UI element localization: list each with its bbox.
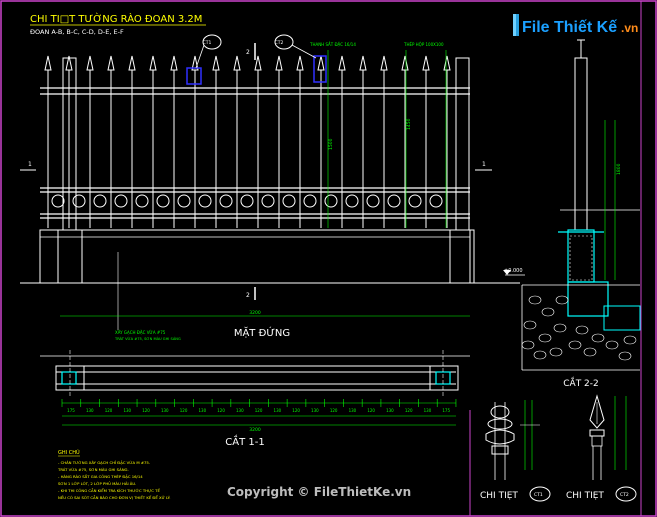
dim-spacing-label: 130 [86, 408, 94, 413]
dim-spacing-label: 120 [105, 408, 113, 413]
wall-note-2: TRÁT VỪA #75, SƠN MÀU GHI SÁNG [114, 336, 181, 341]
logo-text: File Thiết Kế [522, 19, 617, 36]
dim-spacing-label: 130 [311, 408, 319, 413]
level-mark: ±0.000 [504, 268, 523, 274]
dim-spacing-label: 130 [386, 408, 394, 413]
view-label-section-1-1: CẮT 1-1 [225, 434, 264, 448]
logo-suffix: .vn [621, 21, 638, 35]
ct2-tag: CT2 [275, 40, 284, 46]
drawing-title: CHI TI□T TƯỜNG RÀO ĐOAN 3.2M [30, 12, 202, 25]
section-mark-1-right: 1 [482, 161, 486, 168]
note-line: TRÁT VỪA #75, SƠN MÀU GHI SÁNG. [57, 467, 129, 472]
dim-spacing-label: 120 [292, 408, 300, 413]
view-label-section-2-2: CẮT 2-2 [563, 376, 599, 389]
dim-spacing-label: 120 [217, 408, 225, 413]
dim-spacing-label: 130 [161, 408, 169, 413]
dim-spacing-label: 120 [330, 408, 338, 413]
dim-spacing-label: 120 [142, 408, 150, 413]
drawing-subtitle: ĐOAN A-B, B-C, C-D, D-E, E-F [30, 28, 124, 36]
dim-spacing-label: 130 [123, 408, 131, 413]
view-label-detail-2: CHI TIẸT [566, 491, 604, 501]
dim-spacing-label: 175 [67, 408, 75, 413]
dim-spacing-label: 130 [236, 408, 244, 413]
detail-1-tag: CT1 [534, 492, 543, 498]
steel-top-note: THÉP HỘP 100X100 [403, 42, 444, 47]
notes-heading: GHI CHÚ [58, 449, 80, 456]
text-layer: CHI TI□T TƯỜNG RÀO ĐOAN 3.2M ĐOAN A-B, B… [28, 12, 629, 501]
dim-post-gap: 3200 [249, 427, 261, 433]
ct1-tag: CT1 [203, 40, 212, 46]
detail-2-tag: CT2 [620, 492, 629, 498]
dim-spacing-label: 120 [405, 408, 413, 413]
note-line: - HÀNG RÀO SẮT GIA CÔNG THÉP ĐẶC 16/14 [58, 474, 143, 479]
section-mark-2-top: 2 [246, 49, 250, 56]
dim-spacing-label: 130 [198, 408, 206, 413]
dim-height-1: 1500 [328, 138, 334, 150]
dim-spacing-label: 130 [349, 408, 357, 413]
dim-spacing-label: 120 [367, 408, 375, 413]
note-line: NẾU CÓ SAI SÓT CẦN BÁO CHO ĐƠN VỊ THIẾT … [58, 494, 171, 500]
note-line: SƠN 1 LỚP LÓT, 2 LỚP PHỦ MÀU HẢI ÂU. [58, 481, 136, 486]
dim-height-2: 1450 [406, 118, 412, 130]
section-mark-1-left: 1 [28, 161, 32, 168]
dim-spacing-label: 175 [442, 408, 450, 413]
note-line: - KHI THI CÔNG CẦN KIỂM TRA KÍCH THƯỚC T… [58, 487, 160, 493]
section-mark-2-bottom: 2 [246, 292, 250, 299]
dim-height-3: 1800 [616, 163, 622, 175]
dim-spacing-label: 120 [180, 408, 188, 413]
dim-spacing-label: 120 [255, 408, 263, 413]
dim-spacing-label: 130 [274, 408, 282, 413]
logo: File Thiết Kế .vn [513, 12, 649, 38]
dim-bay: 3200 [249, 310, 261, 316]
view-label-elevation: MẶT ĐỨNG [234, 326, 290, 339]
view-label-detail-1: CHI TIẸT [480, 491, 518, 501]
dim-spacing-label: 130 [424, 408, 432, 413]
wall-note: XÂY GẠCH ĐẶC VỪA #75 [115, 330, 166, 335]
copyright-watermark: Copyright © FileThietKe.vn [227, 485, 411, 499]
note-line: - CHÂN TƯỜNG XÂY GẠCH CHỈ ĐẶC VỪA M #75. [58, 460, 150, 465]
steel-bar-note: THANH SẮT ĐẶC 16/14 [309, 42, 356, 47]
